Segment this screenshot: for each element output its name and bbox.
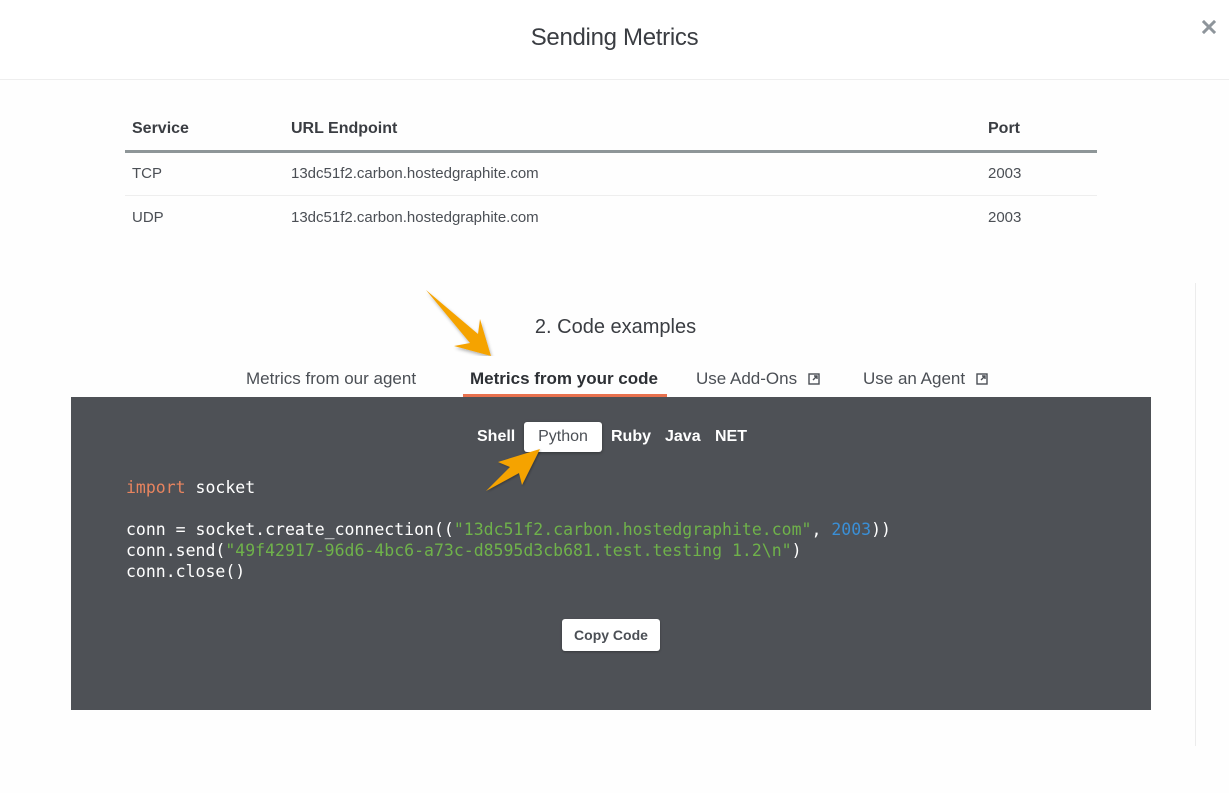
code-string: "13dc51f2.carbon.hostedgraphite.com" — [453, 520, 812, 539]
code-text: conn.send( — [126, 541, 226, 560]
copy-code-button[interactable]: Copy Code — [562, 619, 660, 651]
code-line: conn = socket.create_connection(("13dc51… — [126, 519, 891, 540]
table-header-row: Service URL Endpoint Port — [125, 108, 1097, 153]
code-line: import socket — [126, 477, 891, 498]
code-text: conn = socket.create_connection(( — [126, 520, 454, 539]
tab-use-an-agent[interactable]: Use an Agent — [863, 365, 988, 397]
port-cell: 2003 — [988, 208, 1022, 226]
header-url-endpoint: URL Endpoint — [284, 108, 981, 153]
code-text: , — [811, 520, 832, 539]
tab-label: Metrics from your code — [470, 369, 658, 388]
table-row: UDP 13dc51f2.carbon.hostedgraphite.com 2… — [125, 195, 1097, 239]
tab-label: Use Add-Ons — [696, 369, 798, 388]
lang-tab-shell[interactable]: Shell — [477, 422, 515, 452]
lang-tab-net[interactable]: NET — [715, 422, 747, 452]
code-text: socket — [185, 478, 256, 497]
code-panel: Shell Python Ruby Java NET import socket… — [71, 397, 1151, 710]
service-cell: TCP — [125, 151, 284, 196]
header-service: Service — [125, 108, 284, 153]
tab-label: Use an Agent — [863, 369, 966, 388]
service-cell: UDP — [132, 208, 164, 226]
url-cell: 13dc51f2.carbon.hostedgraphite.com — [291, 208, 539, 226]
external-link-icon — [976, 373, 988, 385]
code-string: "49f42917-96d6-4bc6-a73c-d8595d3cb681.te… — [225, 541, 792, 560]
tab-label: Metrics from our agent — [246, 369, 417, 388]
code-number: 2003 — [831, 520, 872, 539]
modal-header: Sending Metrics — [0, 0, 1229, 80]
tab-use-add-ons[interactable]: Use Add-Ons — [696, 365, 820, 397]
tab-metrics-from-code[interactable]: Metrics from your code — [470, 365, 658, 397]
tab-metrics-from-agent[interactable]: Metrics from our agent — [246, 365, 416, 397]
modal-title: Sending Metrics — [530, 24, 699, 51]
port-cell: 2003 — [981, 151, 1097, 196]
endpoint-table: Service URL Endpoint Port TCP 13dc51f2.c… — [125, 108, 1097, 239]
code-text: conn.close() — [126, 562, 246, 581]
lang-tab-java[interactable]: Java — [665, 422, 701, 452]
url-cell: 13dc51f2.carbon.hostedgraphite.com — [284, 151, 981, 196]
close-icon — [1202, 20, 1216, 34]
code-text: ) — [791, 541, 802, 560]
code-line: conn.close() — [126, 561, 891, 582]
section-title: 2. Code examples — [534, 316, 697, 338]
close-button[interactable] — [1198, 14, 1220, 40]
header-port: Port — [981, 108, 1097, 153]
code-line: conn.send("49f42917-96d6-4bc6-a73c-d8595… — [126, 540, 891, 561]
code-snippet: import socket conn = socket.create_conne… — [126, 477, 891, 582]
lang-tab-python[interactable]: Python — [524, 422, 602, 452]
code-text: )) — [871, 520, 891, 539]
code-keyword: import — [126, 478, 186, 497]
integration-tabs: Metrics from our agent Metrics from your… — [0, 365, 1229, 397]
lang-tab-ruby[interactable]: Ruby — [611, 422, 651, 452]
external-link-icon — [808, 373, 820, 385]
language-tabs: Shell Python Ruby Java NET — [71, 422, 1151, 452]
table-row: TCP 13dc51f2.carbon.hostedgraphite.com 2… — [125, 151, 1097, 196]
vertical-divider — [1195, 283, 1196, 746]
